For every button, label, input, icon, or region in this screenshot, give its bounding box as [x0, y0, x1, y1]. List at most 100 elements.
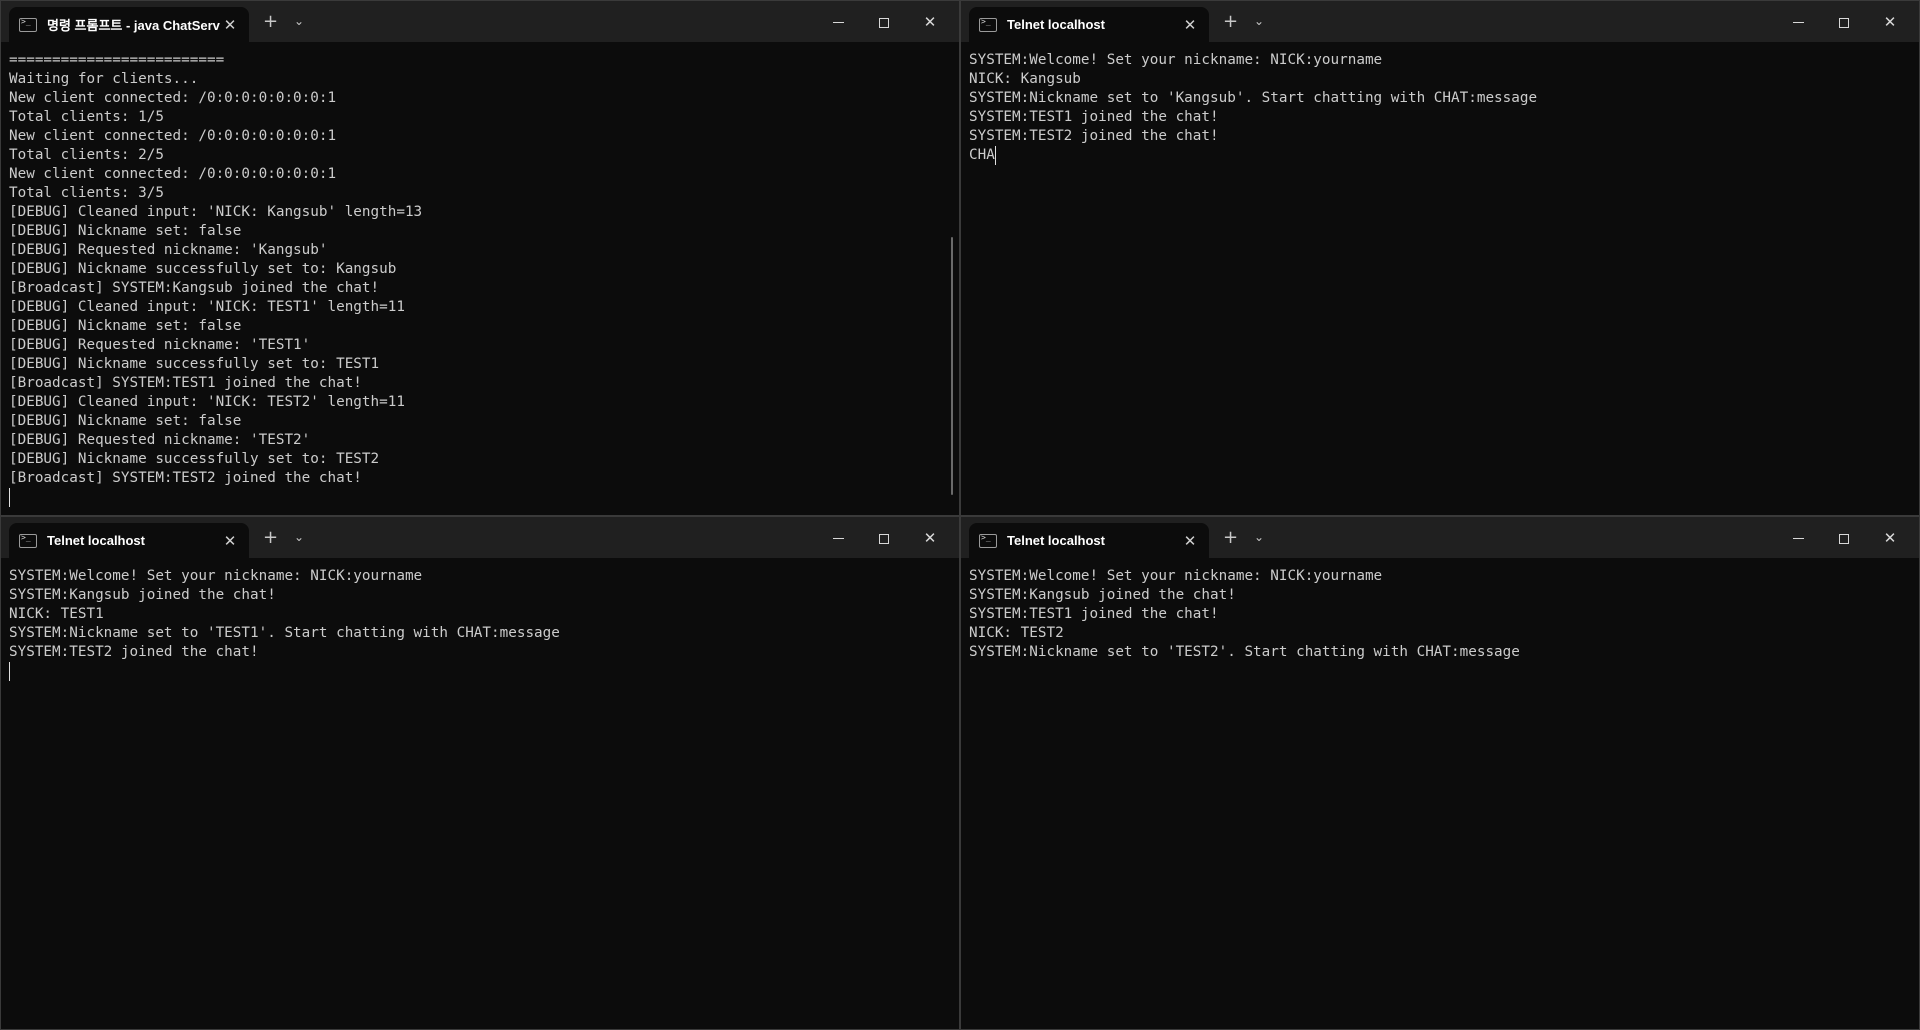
tab-dropdown-button[interactable]: ⌄ [1254, 530, 1264, 544]
tab-dropdown-button[interactable]: ⌄ [294, 530, 304, 544]
terminal-window-server[interactable]: 명령 프롬프트 - java ChatServ ✕ + ⌄ ✕ ========… [0, 0, 960, 516]
title-bar[interactable]: Telnet localhost ✕ + ⌄ ✕ [961, 1, 1919, 42]
input-line[interactable] [9, 488, 947, 507]
maximize-button[interactable] [1829, 525, 1859, 551]
console-line: [DEBUG] Nickname successfully set to: TE… [9, 356, 380, 372]
terminal-icon [19, 17, 37, 32]
close-button[interactable]: ✕ [1875, 9, 1905, 35]
close-button[interactable]: ✕ [1875, 525, 1905, 551]
console-line: SYSTEM:TEST1 joined the chat! [969, 109, 1219, 125]
minimize-button[interactable] [823, 525, 853, 551]
new-tab-button[interactable]: + [263, 11, 278, 32]
tab-telnet[interactable]: Telnet localhost ✕ [9, 523, 249, 558]
console-line: SYSTEM:Welcome! Set your nickname: NICK:… [969, 568, 1383, 584]
tab-dropdown-button[interactable]: ⌄ [294, 14, 304, 28]
text-cursor [994, 146, 996, 165]
console-line: [Broadcast] SYSTEM:TEST2 joined the chat… [9, 470, 362, 486]
close-button[interactable]: ✕ [915, 9, 945, 35]
console-line: New client connected: /0:0:0:0:0:0:0:1 [9, 90, 337, 106]
console-line: SYSTEM:Welcome! Set your nickname: NICK:… [9, 568, 423, 584]
console-line: [DEBUG] Requested nickname: 'Kangsub' [9, 242, 328, 258]
console-line: Total clients: 2/5 [9, 147, 164, 163]
input-text: CHA [969, 147, 995, 163]
console-line: [DEBUG] Cleaned input: 'NICK: Kangsub' l… [9, 204, 423, 220]
tab-telnet[interactable]: Telnet localhost ✕ [969, 523, 1209, 558]
console-line: [Broadcast] SYSTEM:Kangsub joined the ch… [9, 280, 380, 296]
new-tab-button[interactable]: + [1223, 527, 1238, 548]
tab-title: Telnet localhost [1007, 533, 1105, 548]
tab-title: 명령 프롬프트 - java ChatServ [47, 18, 220, 33]
terminal-window-telnet-test1[interactable]: Telnet localhost ✕ + ⌄ ✕ SYSTEM:Welcome!… [0, 516, 960, 1030]
console-line: [DEBUG] Nickname set: false [9, 413, 242, 429]
console-line: New client connected: /0:0:0:0:0:0:0:1 [9, 166, 337, 182]
console-line: New client connected: /0:0:0:0:0:0:0:1 [9, 128, 337, 144]
console-line: [DEBUG] Nickname successfully set to: TE… [9, 451, 380, 467]
title-bar[interactable]: Telnet localhost ✕ + ⌄ ✕ [961, 517, 1919, 558]
console-line: [DEBUG] Nickname set: false [9, 318, 242, 334]
terminal-icon [19, 533, 37, 548]
new-tab-button[interactable]: + [1223, 11, 1238, 32]
terminal-icon [979, 17, 997, 32]
console-output[interactable]: SYSTEM:Welcome! Set your nickname: NICK:… [969, 567, 1907, 1029]
maximize-icon [1839, 17, 1849, 28]
console-line: SYSTEM:TEST1 joined the chat! [969, 606, 1219, 622]
input-line[interactable]: CHA [969, 146, 1907, 165]
new-tab-button[interactable]: + [263, 527, 278, 548]
console-line: SYSTEM:TEST2 joined the chat! [9, 644, 259, 660]
minimize-button[interactable] [823, 9, 853, 35]
close-button[interactable]: ✕ [915, 525, 945, 551]
tab-close-button[interactable]: ✕ [221, 16, 239, 34]
maximize-button[interactable] [869, 525, 899, 551]
title-bar[interactable]: 명령 프롬프트 - java ChatServ ✕ + ⌄ ✕ [1, 1, 959, 42]
console-output[interactable]: SYSTEM:Welcome! Set your nickname: NICK:… [969, 51, 1907, 515]
tab-close-button[interactable]: ✕ [1181, 16, 1199, 34]
console-output[interactable]: SYSTEM:Welcome! Set your nickname: NICK:… [9, 567, 947, 1029]
minimize-icon [1792, 22, 1804, 23]
tab-telnet[interactable]: Telnet localhost ✕ [969, 7, 1209, 42]
text-cursor [9, 488, 10, 507]
minimize-icon [832, 22, 844, 23]
maximize-icon [879, 533, 889, 544]
tab-close-button[interactable]: ✕ [1181, 532, 1199, 550]
tab-command-prompt[interactable]: 명령 프롬프트 - java ChatServ ✕ [9, 7, 249, 42]
tab-title: Telnet localhost [1007, 17, 1105, 32]
terminal-icon [979, 533, 997, 548]
console-line: SYSTEM:Welcome! Set your nickname: NICK:… [969, 52, 1383, 68]
console-line: [DEBUG] Requested nickname: 'TEST2' [9, 432, 311, 448]
console-line: Total clients: 3/5 [9, 185, 164, 201]
maximize-icon [1839, 533, 1849, 544]
console-line: ========================= [9, 52, 225, 68]
console-line: [DEBUG] Cleaned input: 'NICK: TEST2' len… [9, 394, 405, 410]
console-line: Total clients: 1/5 [9, 109, 164, 125]
maximize-button[interactable] [869, 9, 899, 35]
console-line: [Broadcast] SYSTEM:TEST1 joined the chat… [9, 375, 362, 391]
tab-dropdown-button[interactable]: ⌄ [1254, 14, 1264, 28]
console-line: SYSTEM:Kangsub joined the chat! [9, 587, 276, 603]
console-line: NICK: TEST2 [969, 625, 1064, 641]
scrollbar[interactable] [951, 237, 953, 495]
maximize-icon [879, 17, 889, 28]
console-line: [DEBUG] Cleaned input: 'NICK: TEST1' len… [9, 299, 405, 315]
console-line: [DEBUG] Nickname successfully set to: Ka… [9, 261, 397, 277]
console-line: [DEBUG] Requested nickname: 'TEST1' [9, 337, 311, 353]
console-line: NICK: TEST1 [9, 606, 104, 622]
minimize-button[interactable] [1783, 9, 1813, 35]
console-line: Waiting for clients... [9, 71, 199, 87]
console-line: [DEBUG] Nickname set: false [9, 223, 242, 239]
title-bar[interactable]: Telnet localhost ✕ + ⌄ ✕ [1, 517, 959, 558]
console-output[interactable]: ========================= Waiting for cli… [9, 51, 947, 515]
console-line: SYSTEM:Nickname set to 'TEST2'. Start ch… [969, 644, 1520, 660]
console-line: SYSTEM:TEST2 joined the chat! [969, 128, 1219, 144]
input-line[interactable] [9, 662, 947, 681]
maximize-button[interactable] [1829, 9, 1859, 35]
minimize-icon [1792, 538, 1804, 539]
tab-title: Telnet localhost [47, 533, 145, 548]
tab-close-button[interactable]: ✕ [221, 532, 239, 550]
console-line: SYSTEM:Kangsub joined the chat! [969, 587, 1236, 603]
console-line: NICK: Kangsub [969, 71, 1081, 87]
terminal-window-telnet-kangsub[interactable]: Telnet localhost ✕ + ⌄ ✕ SYSTEM:Welcome!… [960, 0, 1920, 516]
terminal-window-telnet-test2[interactable]: Telnet localhost ✕ + ⌄ ✕ SYSTEM:Welcome!… [960, 516, 1920, 1030]
desktop: 명령 프롬프트 - java ChatServ ✕ + ⌄ ✕ ========… [0, 0, 1920, 1030]
minimize-button[interactable] [1783, 525, 1813, 551]
text-cursor [9, 662, 10, 681]
